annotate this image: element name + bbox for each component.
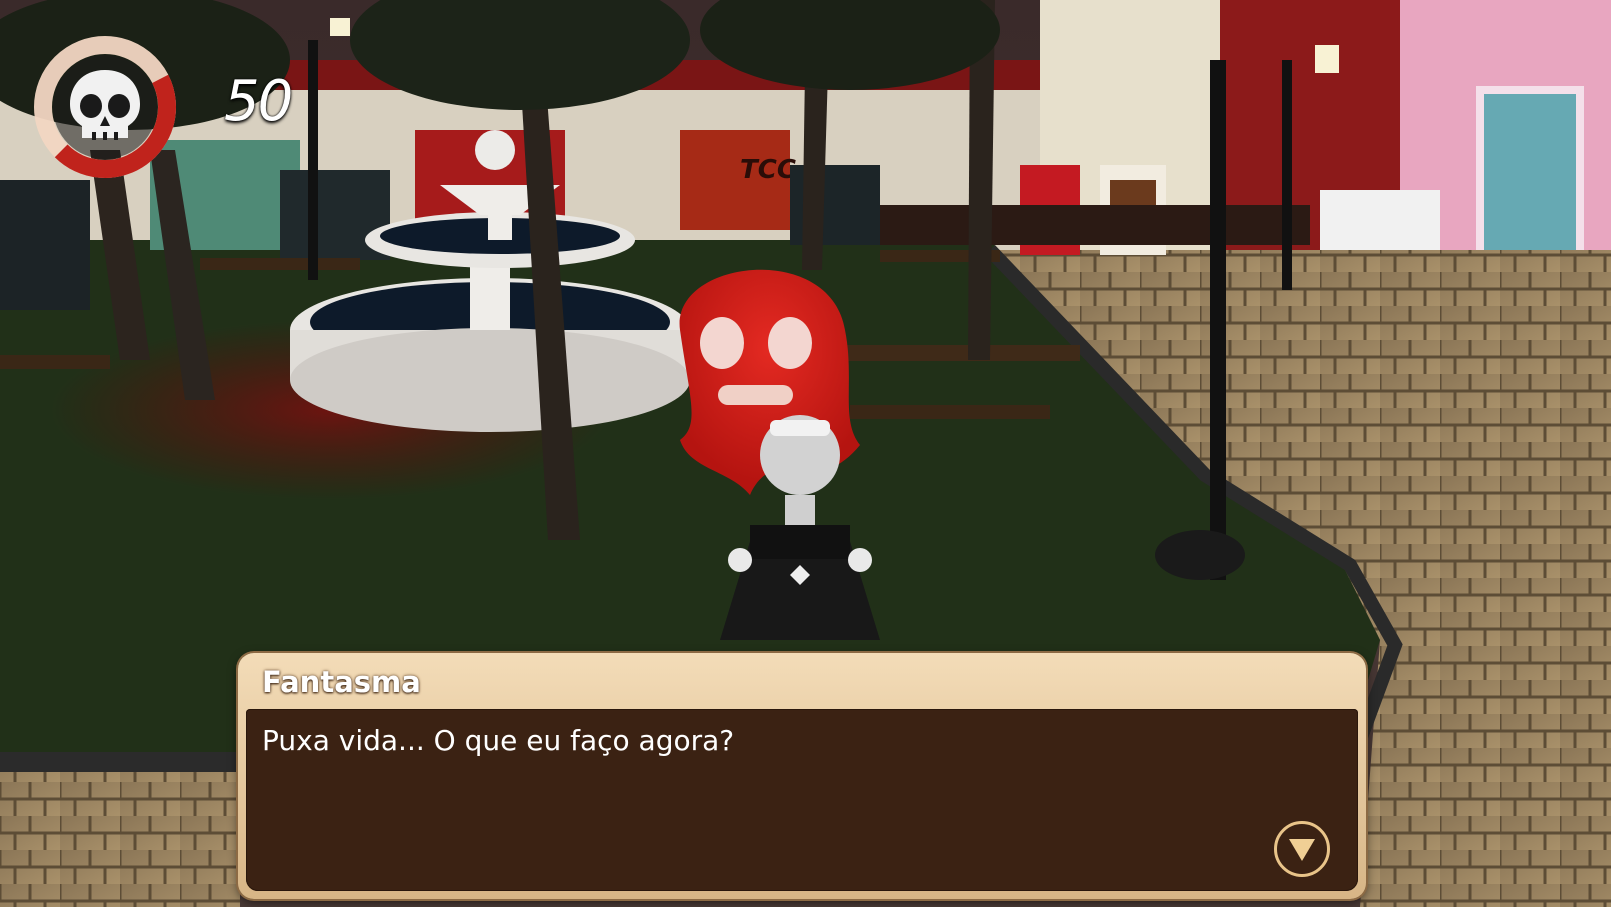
dialog-text: Puxa vida... O que eu faço agora? bbox=[262, 724, 735, 757]
tcc-sign-text: TCC bbox=[740, 155, 796, 185]
speaker-name: Fantasma bbox=[262, 665, 421, 699]
dialog-box[interactable]: Fantasma Puxa vida... O que eu faço agor… bbox=[238, 653, 1366, 899]
skull-icon bbox=[70, 70, 140, 140]
score-counter: 50 bbox=[224, 69, 293, 134]
triangle-down-icon bbox=[1289, 839, 1315, 861]
advance-dialog-button[interactable] bbox=[1274, 821, 1330, 877]
dialog-body: Puxa vida... O que eu faço agora? bbox=[246, 709, 1358, 891]
